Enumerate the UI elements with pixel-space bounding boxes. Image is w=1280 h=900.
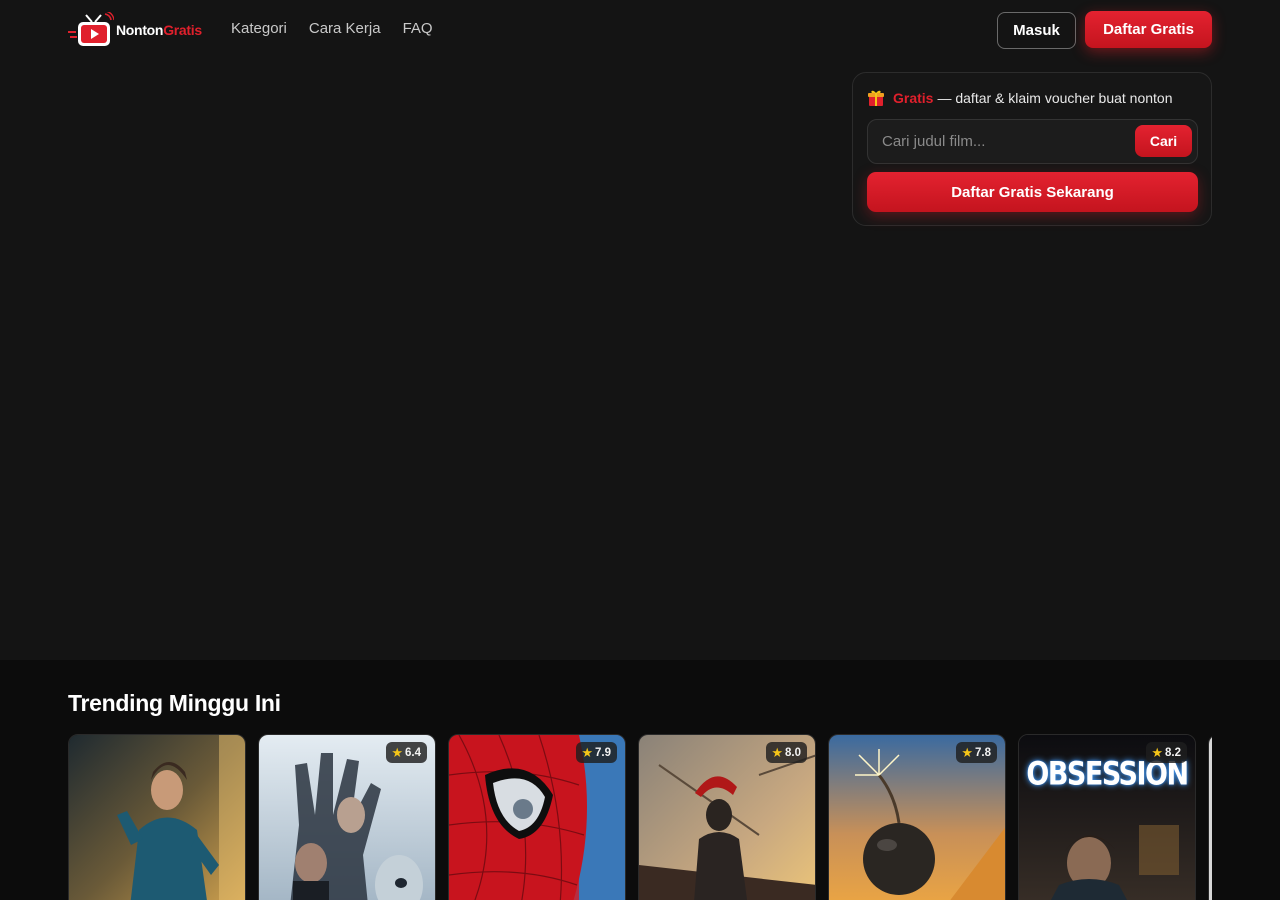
movie-card[interactable]: ★ 7.9 [448,734,626,900]
poster-partial-icon [1209,735,1212,900]
rating-badge: ★ 8.0 [766,742,807,763]
search-input[interactable] [868,120,1128,163]
trending-carousel[interactable]: ★ 6.4 ★ 7.9 ★ 8.0 ★ 7.8 OBSESSION ★ 8.2 [68,734,1212,900]
section-title: Trending Minggu Ini [68,690,281,716]
movie-card[interactable]: ★ 7.8 [828,734,1006,900]
free-label: Gratis [893,90,934,106]
star-icon: ★ [1151,745,1163,760]
tv-logo-icon [68,10,115,48]
rating-badge: ★ 7.9 [576,742,617,763]
nav-item-cara-kerja[interactable]: Cara Kerja [309,20,381,37]
search-box: Cari [867,119,1198,164]
movie-card[interactable]: OBSESSION ★ 8.2 [1018,734,1196,900]
movie-card-partial[interactable] [1208,734,1212,900]
brand-name: NontonGratis [116,22,202,38]
gift-icon [867,89,885,107]
movie-card[interactable]: ★ 6.4 [258,734,436,900]
login-button[interactable]: Masuk [997,12,1076,49]
rating-badge: ★ 6.4 [386,742,427,763]
rating-badge: ★ 7.8 [956,742,997,763]
main-nav: Kategori Cara Kerja FAQ [231,20,433,37]
poster-runner-icon [69,735,245,900]
nav-item-kategori[interactable]: Kategori [231,20,287,37]
movie-card[interactable] [68,734,246,900]
promo-description: — daftar & klaim voucher buat nonton [937,90,1173,106]
nav-item-faq[interactable]: FAQ [403,20,433,37]
trending-section: Trending Minggu Ini ★ 6.4 ★ 7.9 ★ 8.0 ★ … [0,660,1280,900]
promo-card: Gratis — daftar & klaim voucher buat non… [852,72,1212,226]
rating-badge: ★ 8.2 [1146,742,1187,763]
promo-text: Gratis — daftar & klaim voucher buat non… [867,89,1173,107]
register-now-button[interactable]: Daftar Gratis Sekarang [867,172,1198,212]
movie-card[interactable]: ★ 8.0 [638,734,816,900]
register-button[interactable]: Daftar Gratis [1085,11,1212,48]
brand-logo[interactable]: NontonGratis [68,10,206,48]
star-icon: ★ [581,745,593,760]
star-icon: ★ [961,745,973,760]
search-button[interactable]: Cari [1135,125,1192,157]
star-icon: ★ [391,745,403,760]
top-navigation-bar: NontonGratis Kategori Cara Kerja FAQ Mas… [0,0,1280,60]
star-icon: ★ [771,745,783,760]
